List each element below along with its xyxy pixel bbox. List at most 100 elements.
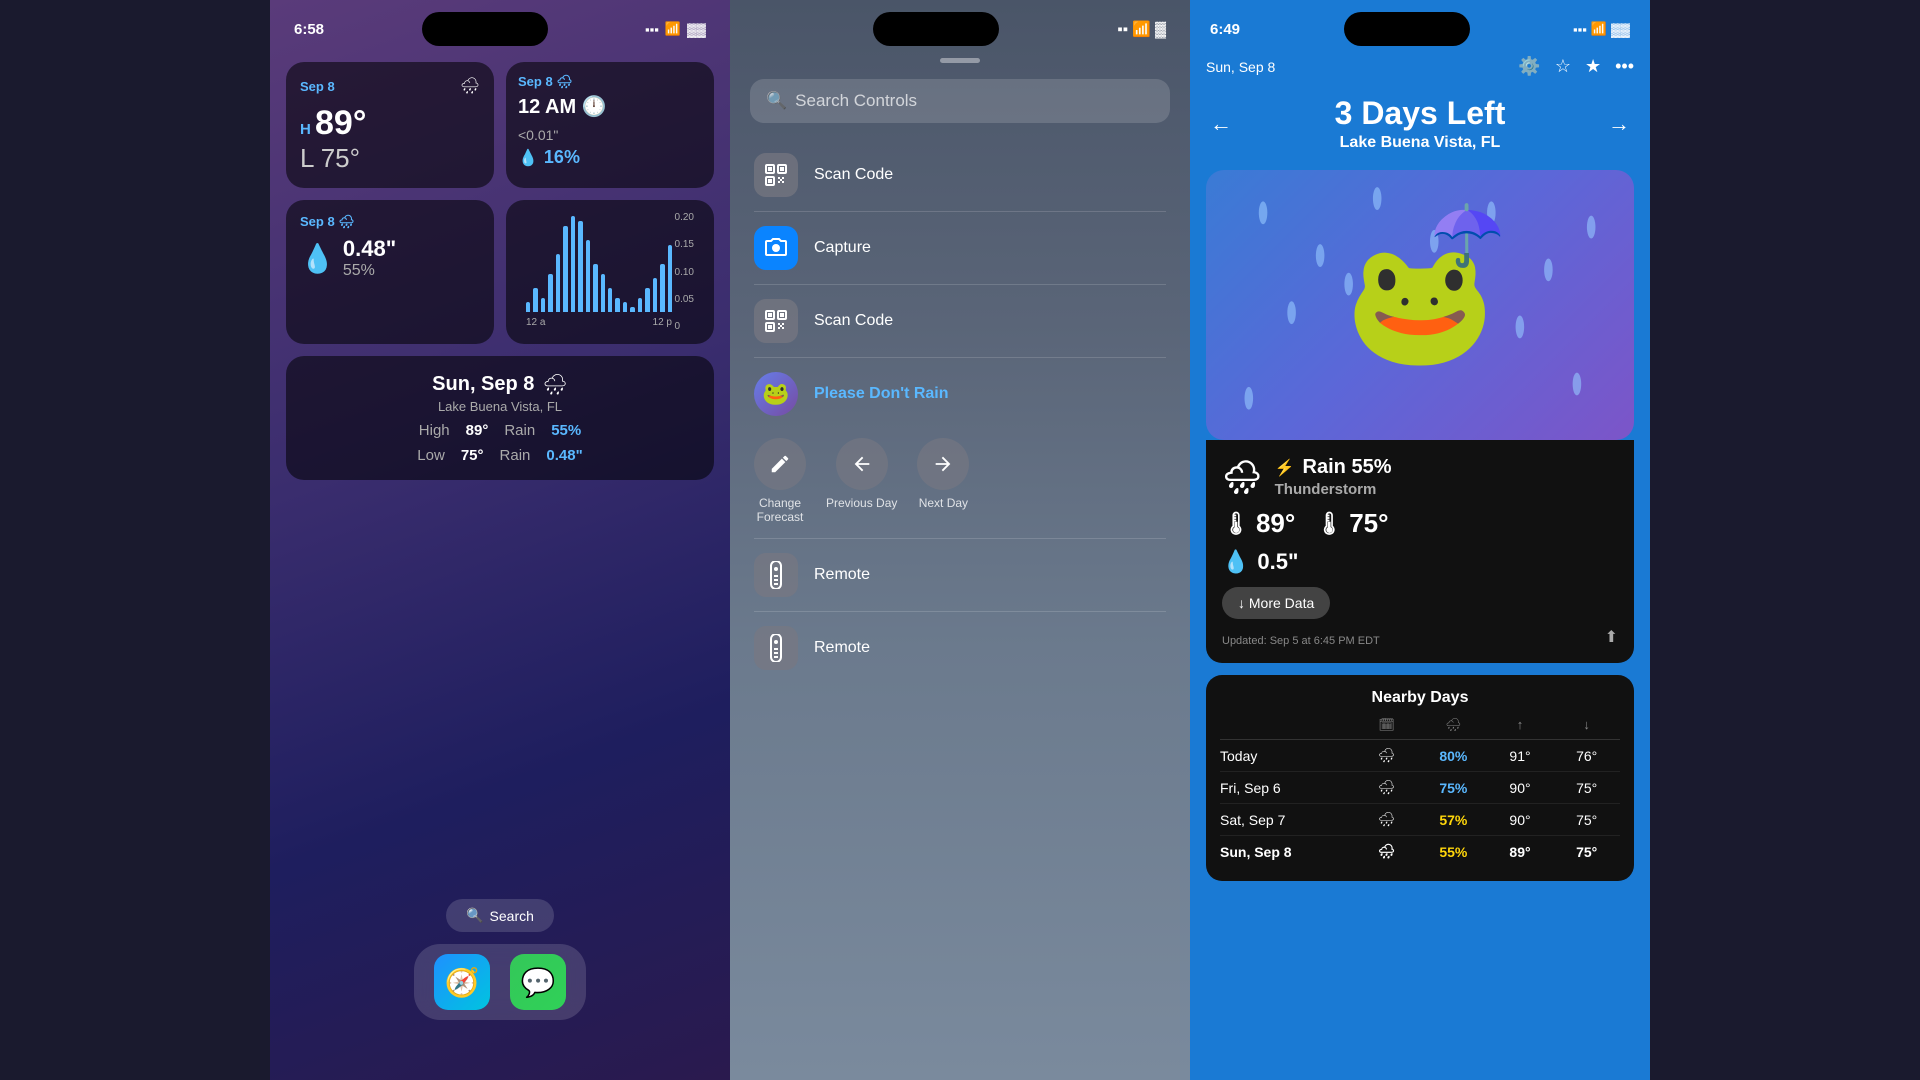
change-forecast-label: ChangeForecast [757,496,804,524]
nearby-today-low: 76° [1553,748,1620,764]
s3-updated-text: Updated: Sep 5 at 6:45 PM EDT [1222,635,1380,647]
search-controls-icon: 🔍 [766,91,787,111]
nearby-row-sat: Sat, Sep 7 🌧 57% 90° 75° [1220,804,1620,836]
battery-icon-1: ▓▓ [687,22,706,37]
chart-bars [518,216,702,312]
status-icons-1: ▪▪▪ 📶 ▓▓ [645,21,706,37]
nearby-today-pct: 80% [1420,748,1487,764]
search-controls-bar[interactable]: 🔍 Search Controls [750,79,1170,123]
nearby-fri-icon: 🌧 [1353,779,1420,796]
chart-bar-17 [653,278,657,312]
s3-thermometer-down-icon: 🌡 [1315,511,1343,537]
w5-location: Lake Buena Vista, FL [302,399,698,414]
status-time-3: 6:49 [1210,21,1240,38]
s3-nearby-header: 🗓 🌧 ↑ ↓ [1220,717,1620,740]
s3-share-icon[interactable]: ⬆ [1605,627,1618,647]
chart-bar-15 [638,298,642,312]
previous-day-btn[interactable] [836,438,888,490]
nearby-sat-pct: 57% [1420,812,1487,828]
nearby-col-day [1220,717,1353,733]
widget-chart[interactable]: 0.20 0.15 0.10 0.05 0 12 a 12 p [506,200,714,344]
phone-screen-2: ▪▪ 📶 ▓ 🔍 Search Controls [730,0,1190,1080]
s3-nearby-days: Nearby Days 🗓 🌧 ↑ ↓ Today 🌧 80% 91° 76° … [1206,675,1634,881]
w1-weather-icon: 🌧 [460,76,480,96]
remote-item-2[interactable]: Remote [730,612,1190,684]
widget-night-weather[interactable]: Sep 8 🌧 12 AM 🕛 <0.01" 💧16% [506,62,714,188]
nearby-today-high: 91° [1487,748,1554,764]
w2-date: Sep 8 🌧 [518,74,607,90]
sheet-handle [940,58,980,63]
nearby-row-today: Today 🌧 80% 91° 76° [1220,740,1620,772]
weather-detail: 6:49 ▪▪▪ 📶 ▓▓ Sun, Sep 8 ⚙️ ☆ ★ ••• ← 3 … [1190,0,1650,1080]
safari-app-icon[interactable]: 🧭 [434,954,490,1010]
s3-days-left: 3 Days Left [1335,95,1506,132]
search-pill[interactable]: 🔍 Search [446,899,554,932]
remote-icon-1 [754,553,798,597]
capture-item[interactable]: Capture [730,212,1190,284]
w1-date: Sep 8 [300,79,335,94]
scan-code-label-2: Scan Code [814,312,893,330]
homescreen: 6:58 ▪▪▪ 📶 ▓▓ Sep 8 🌧 H 89° L 75° [270,0,730,1080]
status-bar-1: 6:58 ▪▪▪ 📶 ▓▓ [270,0,730,46]
chart-bar-14 [630,307,634,312]
scan-code-item-1[interactable]: Scan Code [730,139,1190,211]
w3-main: 💧 0.48" 55% [300,236,480,280]
s3-location: Lake Buena Vista, FL [1335,134,1506,152]
s3-thermometer-up-icon: 🌡 [1222,511,1250,537]
scan-code-item-2[interactable]: Scan Code [730,285,1190,357]
nearby-fri-low: 75° [1553,780,1620,796]
dynamic-island-3 [1344,12,1470,46]
w3-drop-icon: 💧 [300,242,335,275]
wifi-signal-icon: 📶 [665,21,681,37]
s3-low-temp-val: 75° [1349,508,1388,539]
widget-weather-hl[interactable]: Sep 8 🌧 H 89° L 75° [286,62,494,188]
s3-toolbar-icons: ⚙️ ☆ ★ ••• [1518,56,1634,77]
s3-weather-icon-cloud: 🌧 [1222,458,1263,496]
next-day-group: Next Day [917,438,969,510]
status-bar-3: 6:49 ▪▪▪ 📶 ▓▓ [1190,0,1650,46]
widgets-grid: Sep 8 🌧 H 89° L 75° Sep 8 🌧 12 AM 🕛 [270,46,730,480]
chart-bar-0 [526,302,530,312]
controls-panel: ▪▪ 📶 ▓ 🔍 Search Controls [730,0,1190,1080]
s3-weather-main-row: 🌧 ⚡ Rain 55% Thunderstorm [1222,456,1618,498]
w2-time: 12 AM 🕛 [518,94,607,119]
w5-icon: 🌧 [542,372,567,397]
s3-high-temp: 🌡 89° [1222,508,1295,539]
nearby-col-down: ↓ [1553,717,1620,733]
remote-header-item[interactable]: Remote [730,539,1190,611]
star-icon[interactable]: ★ [1585,56,1601,77]
remote-icon-2 [754,626,798,670]
search-controls-placeholder: Search Controls [795,91,917,111]
more-data-button[interactable]: ↓ More Data [1222,587,1330,619]
widget-weather-summary[interactable]: Sun, Sep 8 🌧 Lake Buena Vista, FL High 8… [286,356,714,480]
messages-app-icon[interactable]: 💬 [510,954,566,1010]
chart-bar-13 [623,302,627,312]
s3-prev-arrow[interactable]: ← [1210,111,1232,137]
s3-weather-info: 🌧 ⚡ Rain 55% Thunderstorm 🌡 89° 🌡 75° [1206,440,1634,663]
app-dock: 🧭 💬 [414,944,586,1020]
please-dont-rain-item[interactable]: 🐸 Please Don't Rain [730,358,1190,430]
settings-icon[interactable]: ⚙️ [1518,56,1540,77]
w2-percent: 💧16% [518,147,702,168]
status-bar-2: ▪▪ 📶 ▓ [730,0,1190,46]
chart-x-labels: 12 a 12 p [526,317,672,328]
capture-label: Capture [814,239,871,257]
bookmark-icon[interactable]: ☆ [1555,56,1571,77]
widget-rain-amount[interactable]: Sep 8 🌧 💧 0.48" 55% [286,200,494,344]
chart-bar-8 [586,240,590,312]
chart-bar-1 [533,288,537,312]
nearby-row-fri: Fri, Sep 6 🌧 75% 90° 75° [1220,772,1620,804]
controls-section-1: Scan Code [730,139,1190,212]
s3-nearby-title: Nearby Days [1220,689,1620,707]
chart-bar-7 [578,221,582,312]
next-day-btn[interactable] [917,438,969,490]
change-forecast-btn[interactable] [754,438,806,490]
s3-high-temp-val: 89° [1256,508,1295,539]
w3-date: Sep 8 🌧 [300,214,480,230]
more-icon[interactable]: ••• [1615,56,1634,77]
next-day-label: Next Day [919,496,968,510]
chart-bar-9 [593,264,597,312]
nearby-today-icon: 🌧 [1353,747,1420,764]
s3-next-arrow[interactable]: → [1608,111,1630,137]
s3-toolbar: Sun, Sep 8 ⚙️ ☆ ★ ••• [1190,46,1650,87]
